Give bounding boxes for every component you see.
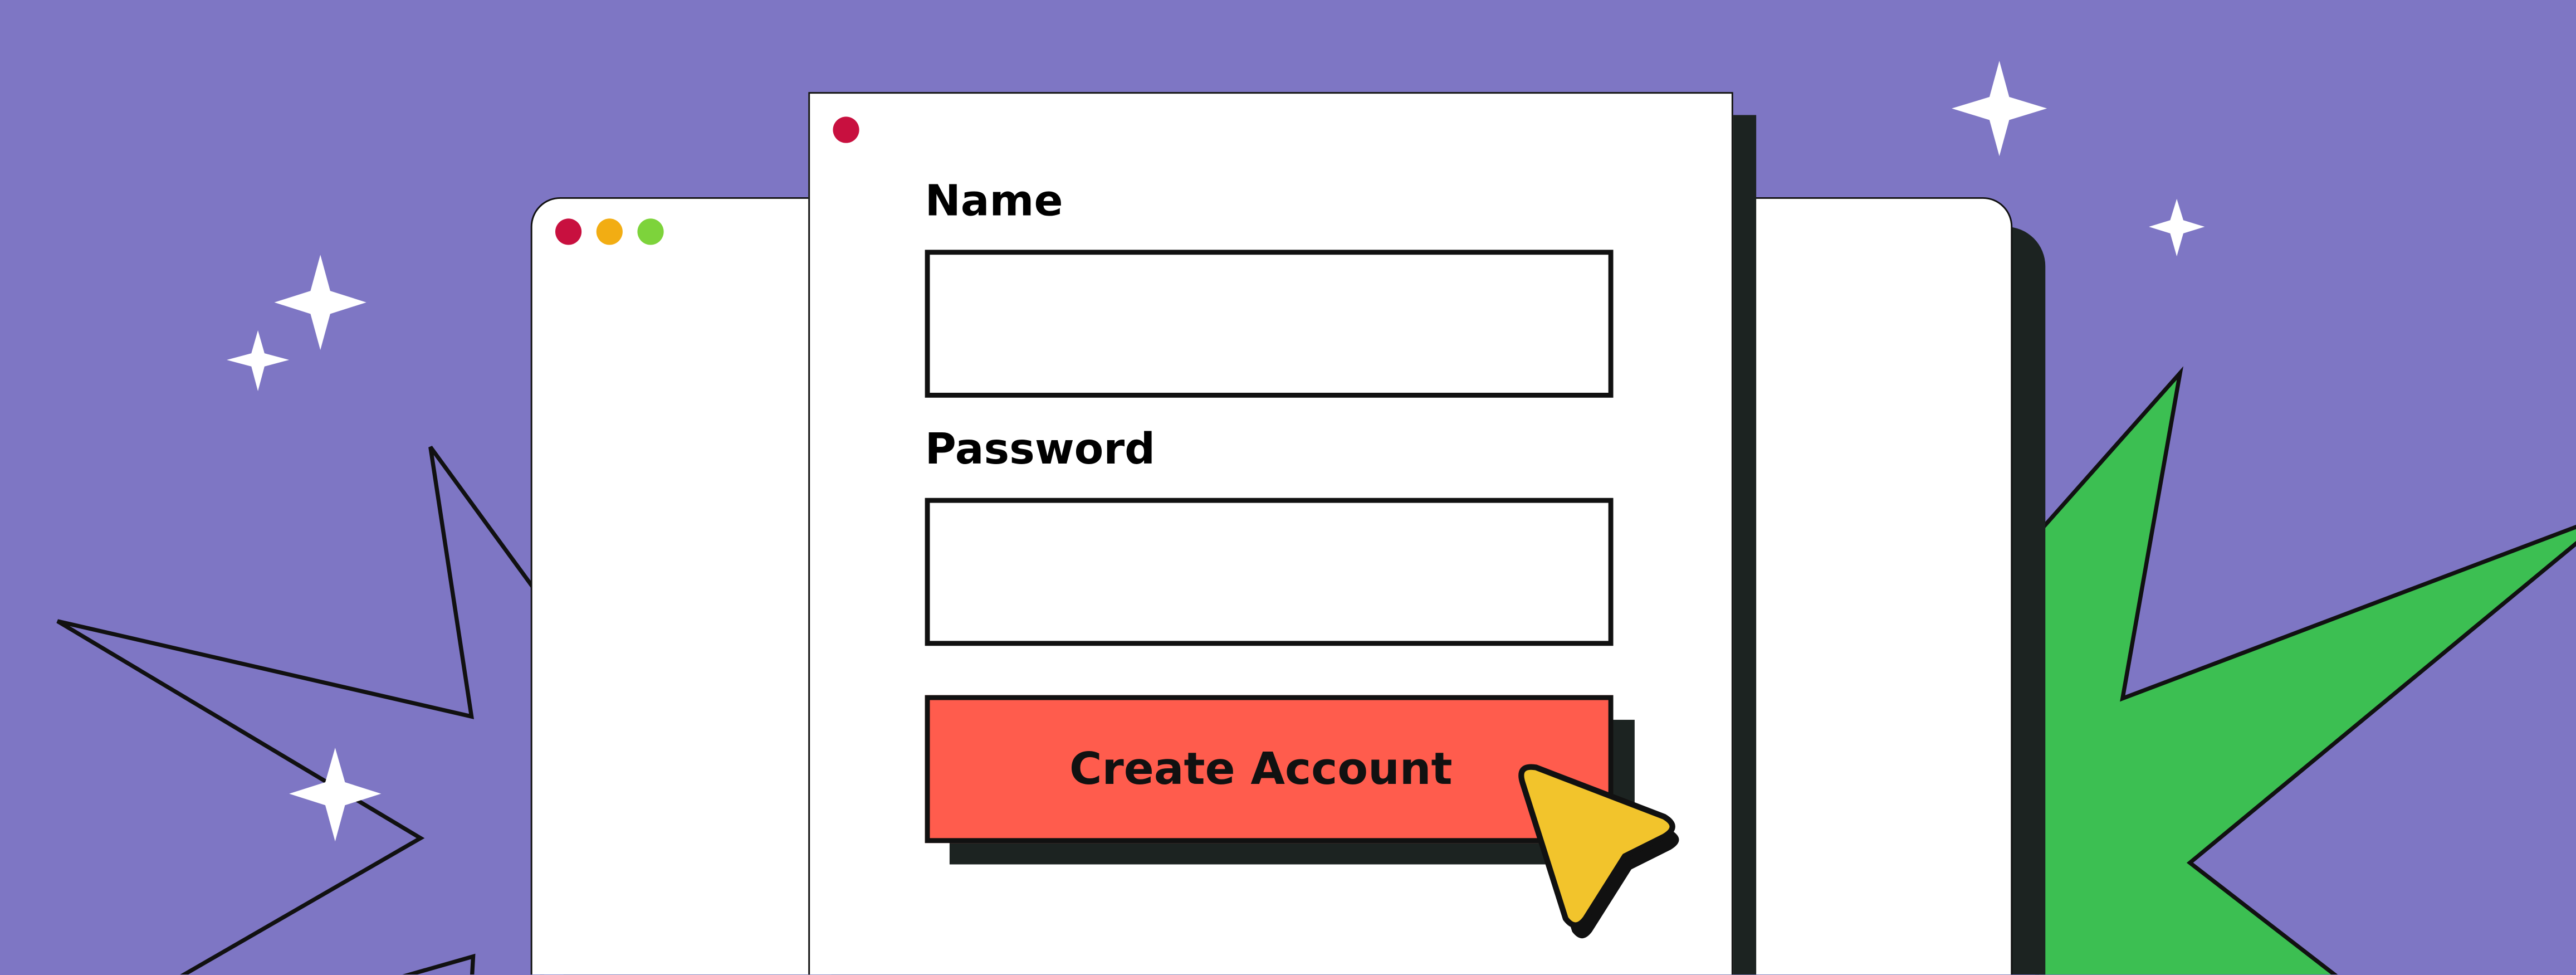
left-burst-outline	[56, 446, 545, 975]
window-close-dot[interactable]	[555, 218, 582, 245]
window-minimize-dot[interactable]	[596, 218, 623, 245]
pointer-arrow-icon	[1518, 764, 1679, 939]
sparkle-star-icon	[274, 255, 366, 350]
name-input[interactable]	[925, 250, 1614, 398]
name-label: Name	[925, 177, 1063, 227]
create-account-button-label: Create Account	[1069, 743, 1453, 795]
password-input[interactable]	[925, 498, 1614, 646]
form-window-close-dot[interactable]	[833, 116, 859, 143]
sparkle-star-icon	[2149, 198, 2205, 257]
right-green-burst	[2035, 366, 2576, 975]
illustration-canvas: Name Password Create Account	[0, 0, 2576, 975]
window-maximize-dot[interactable]	[637, 218, 664, 245]
password-label: Password	[925, 425, 1156, 475]
sparkle-star-icon	[1952, 61, 2047, 157]
sparkle-star-icon	[227, 330, 290, 392]
